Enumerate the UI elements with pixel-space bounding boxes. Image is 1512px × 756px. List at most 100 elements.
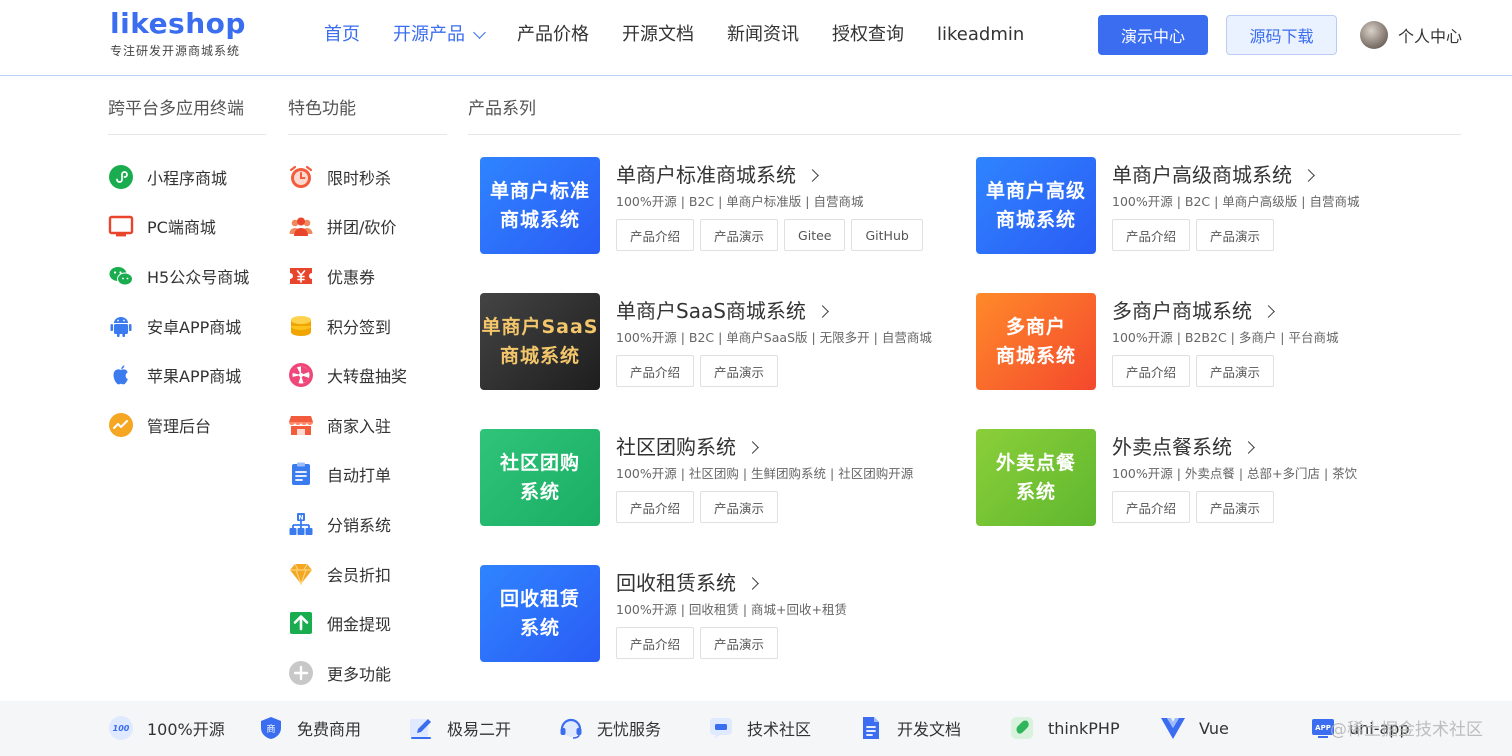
product-desc: 100%开源 | 社区团购 | 生鲜团购系统 | 社区团购开源: [616, 466, 914, 481]
product-title-link[interactable]: 外卖点餐系统: [1112, 433, 1462, 461]
product-intro-button[interactable]: 产品介绍: [616, 627, 695, 659]
product-card-recycle-rental: 回收租赁 系统 回收租赁系统 100%开源 | 回收租赁 | 商城+回收+租赁 …: [480, 565, 960, 665]
feature-item-points[interactable]: 积分签到: [288, 301, 407, 351]
coins-icon: [288, 313, 314, 339]
thumb-line1: 社区团购: [499, 451, 580, 474]
product-thumbnail[interactable]: 单商户高级 商城系统: [976, 157, 1096, 254]
nav-open-source-products[interactable]: 开源产品: [393, 22, 486, 48]
user-center[interactable]: 个人中心: [1360, 21, 1462, 49]
product-intro-button[interactable]: 产品介绍: [616, 219, 695, 251]
thumb-line2: 商城系统: [499, 208, 580, 231]
nav-docs-label: 开源文档: [622, 24, 694, 45]
plus-circle-icon: [288, 660, 314, 686]
footer-label: 100%开源: [147, 720, 225, 739]
product-thumbnail[interactable]: 单商户SaaS 商城系统: [480, 293, 600, 390]
platform-item-h5[interactable]: H5公众号商城: [108, 251, 249, 301]
product-title-link[interactable]: 单商户高级商城系统: [1112, 161, 1462, 189]
nav-pricing-label: 产品价格: [517, 24, 589, 45]
logo-text: likeshop: [110, 7, 246, 40]
github-button[interactable]: GitHub: [851, 219, 923, 251]
product-title: 社区团购系统: [616, 435, 736, 459]
feature-item-auto-print[interactable]: 自动打单: [288, 450, 407, 500]
platform-item-android[interactable]: 安卓APP商城: [108, 301, 249, 351]
feature-item-group-buy[interactable]: 拼团/砍价: [288, 202, 407, 252]
features-title: 特色功能: [288, 97, 447, 135]
nav-license-query[interactable]: 授权查询: [832, 22, 904, 48]
demo-center-button[interactable]: 演示中心: [1098, 15, 1208, 55]
nav-likeadmin[interactable]: likeadmin: [937, 22, 1024, 48]
product-thumbnail[interactable]: 回收租赁 系统: [480, 565, 600, 662]
product-demo-button[interactable]: 产品演示: [700, 219, 779, 251]
withdraw-icon: [288, 610, 314, 636]
feature-label: 分销系统: [327, 515, 392, 535]
platform-item-miniprogram[interactable]: 小程序商城: [108, 152, 249, 202]
product-title-link[interactable]: 单商户标准商城系统: [616, 161, 966, 189]
group-icon: [288, 213, 314, 239]
platform-item-ios[interactable]: 苹果APP商城: [108, 350, 249, 400]
main-nav: 首页 开源产品 产品价格 开源文档 新闻资讯 授权查询 likeadmin: [324, 22, 1057, 48]
platform-list: 小程序商城 PC端商城 H5公众号商城 安卓APP商城 苹果APP商城 管理后台: [108, 152, 249, 450]
platform-item-pc[interactable]: PC端商城: [108, 202, 249, 252]
feature-item-coupon[interactable]: 优惠券: [288, 251, 407, 301]
nav-pricing[interactable]: 产品价格: [517, 22, 589, 48]
product-card-multi-merchant: 多商户 商城系统 多商户商城系统 100%开源 | B2B2C | 多商户 | …: [976, 293, 1456, 393]
product-desc: 100%开源 | B2B2C | 多商户 | 平台商城: [1112, 330, 1339, 345]
feature-item-lottery[interactable]: 大转盘抽奖: [288, 350, 407, 400]
nav-home[interactable]: 首页: [324, 22, 360, 48]
feature-item-more[interactable]: 更多功能: [288, 648, 407, 698]
network-icon: N: [288, 511, 314, 537]
svg-text:商: 商: [266, 723, 275, 735]
product-demo-button[interactable]: 产品演示: [1196, 219, 1275, 251]
feature-item-member-discount[interactable]: 会员折扣: [288, 549, 407, 599]
feature-label: 积分签到: [327, 317, 392, 337]
monitor-icon: [108, 213, 134, 239]
feature-item-merchant[interactable]: 商家入驻: [288, 400, 407, 450]
product-title: 单商户SaaS商城系统: [616, 299, 806, 323]
wechat-icon: [108, 263, 134, 289]
chevron-right-icon: [1242, 440, 1255, 454]
thumb-line2: 商城系统: [499, 344, 580, 367]
opensource-icon: 100: [108, 715, 134, 741]
platform-label: 小程序商城: [147, 168, 228, 188]
product-demo-button[interactable]: 产品演示: [700, 355, 779, 387]
platform-item-admin[interactable]: 管理后台: [108, 400, 249, 450]
product-card-standard: 单商户标准 商城系统 单商户标准商城系统 100%开源 | B2C | 单商户标…: [480, 157, 960, 257]
product-demo-button[interactable]: 产品演示: [700, 491, 779, 523]
product-thumbnail[interactable]: 单商户标准 商城系统: [480, 157, 600, 254]
footer-label: 免费商用: [297, 720, 362, 739]
chevron-right-icon: [806, 168, 819, 182]
clipboard-icon: [288, 461, 314, 487]
feature-label: 自动打单: [327, 466, 392, 486]
feature-item-distribution[interactable]: N 分销系统: [288, 499, 407, 549]
products-title: 产品系列: [468, 97, 1461, 135]
thumb-line1: 回收租赁: [499, 587, 580, 610]
footer-item-easy-dev: 极易二开: [408, 715, 511, 741]
product-intro-button[interactable]: 产品介绍: [1112, 219, 1191, 251]
product-thumbnail[interactable]: 多商户 商城系统: [976, 293, 1096, 390]
product-intro-button[interactable]: 产品介绍: [616, 355, 695, 387]
nav-news[interactable]: 新闻资讯: [727, 22, 799, 48]
product-thumbnail[interactable]: 外卖点餐 系统: [976, 429, 1096, 526]
source-download-button[interactable]: 源码下载: [1226, 15, 1337, 55]
product-title-link[interactable]: 多商户商城系统: [1112, 297, 1462, 325]
product-demo-button[interactable]: 产品演示: [1196, 355, 1275, 387]
product-intro-button[interactable]: 产品介绍: [1112, 355, 1191, 387]
logo[interactable]: likeshop 专注研发开源商城系统: [110, 8, 246, 59]
product-thumbnail[interactable]: 社区团购 系统: [480, 429, 600, 526]
svg-text:APP: APP: [1315, 724, 1331, 732]
platforms-title: 跨平台多应用终端: [108, 97, 266, 135]
gitee-button[interactable]: Gitee: [784, 219, 846, 251]
feature-item-flash-sale[interactable]: 限时秒杀: [288, 152, 407, 202]
product-title-link[interactable]: 社区团购系统: [616, 433, 966, 461]
product-desc: 100%开源 | B2C | 单商户标准版 | 自营商城: [616, 194, 864, 209]
product-title-link[interactable]: 单商户SaaS商城系统: [616, 297, 966, 325]
product-demo-button[interactable]: 产品演示: [700, 627, 779, 659]
product-title-link[interactable]: 回收租赁系统: [616, 569, 966, 597]
product-demo-button[interactable]: 产品演示: [1196, 491, 1275, 523]
product-desc: 100%开源 | B2C | 单商户SaaS版 | 无限多开 | 自营商城: [616, 330, 932, 345]
feature-label: 大转盘抽奖: [327, 367, 408, 387]
product-intro-button[interactable]: 产品介绍: [616, 491, 695, 523]
feature-item-commission-withdraw[interactable]: 佣金提现: [288, 598, 407, 648]
product-intro-button[interactable]: 产品介绍: [1112, 491, 1191, 523]
nav-docs[interactable]: 开源文档: [622, 22, 694, 48]
